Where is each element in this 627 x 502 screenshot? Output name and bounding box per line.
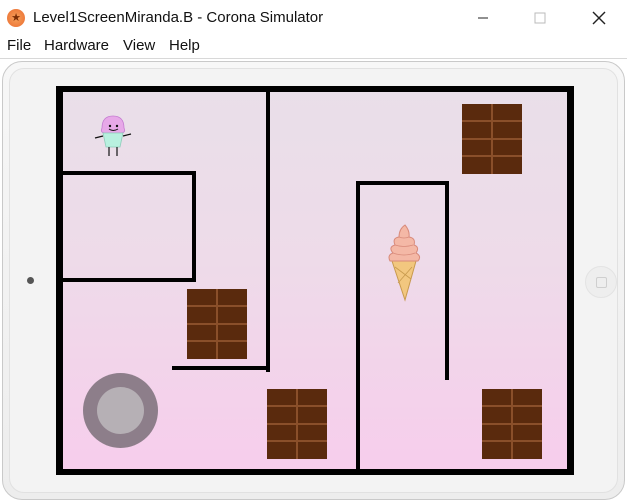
maze-wall (445, 181, 449, 380)
maze-wall (567, 86, 574, 475)
close-button[interactable] (571, 0, 627, 35)
cupcake-character-icon[interactable] (89, 114, 137, 164)
ice-cream-cone-icon[interactable] (384, 223, 424, 303)
game-screen[interactable] (56, 86, 574, 475)
chocolate-bar-icon[interactable] (187, 289, 247, 359)
window-title: Level1ScreenMiranda.B - Corona Simulator (33, 9, 324, 26)
maximize-button[interactable] (512, 0, 568, 35)
maze-wall (172, 366, 270, 370)
maze-wall (266, 90, 270, 372)
joystick-icon[interactable] (83, 373, 158, 448)
corona-simulator-icon: ★ (7, 9, 25, 27)
chocolate-bar-icon[interactable] (462, 104, 522, 174)
maze-wall (60, 171, 196, 175)
title-bar[interactable]: ★ Level1ScreenMiranda.B - Corona Simulat… (0, 0, 627, 35)
minimize-button[interactable] (455, 0, 511, 35)
maze-wall (192, 171, 196, 281)
menu-file[interactable]: File (6, 37, 32, 54)
joystick-knob[interactable] (97, 387, 144, 434)
chocolate-bar-icon[interactable] (482, 389, 542, 459)
menu-help[interactable]: Help (168, 37, 201, 54)
maze-wall (356, 181, 449, 185)
menu-divider (0, 58, 627, 59)
chocolate-bar-icon[interactable] (267, 389, 327, 459)
camera-icon (27, 277, 34, 284)
maze-wall (60, 278, 196, 282)
home-button[interactable] (585, 266, 617, 298)
menu-view[interactable]: View (122, 37, 156, 54)
maximize-icon (534, 12, 546, 23)
maze-wall (356, 181, 360, 471)
maze-wall (56, 469, 574, 475)
menu-bar: File Hardware View Help (0, 35, 627, 57)
minimize-icon (478, 17, 488, 18)
menu-hardware[interactable]: Hardware (43, 37, 110, 54)
close-icon (592, 11, 606, 24)
maze-wall (56, 86, 574, 92)
